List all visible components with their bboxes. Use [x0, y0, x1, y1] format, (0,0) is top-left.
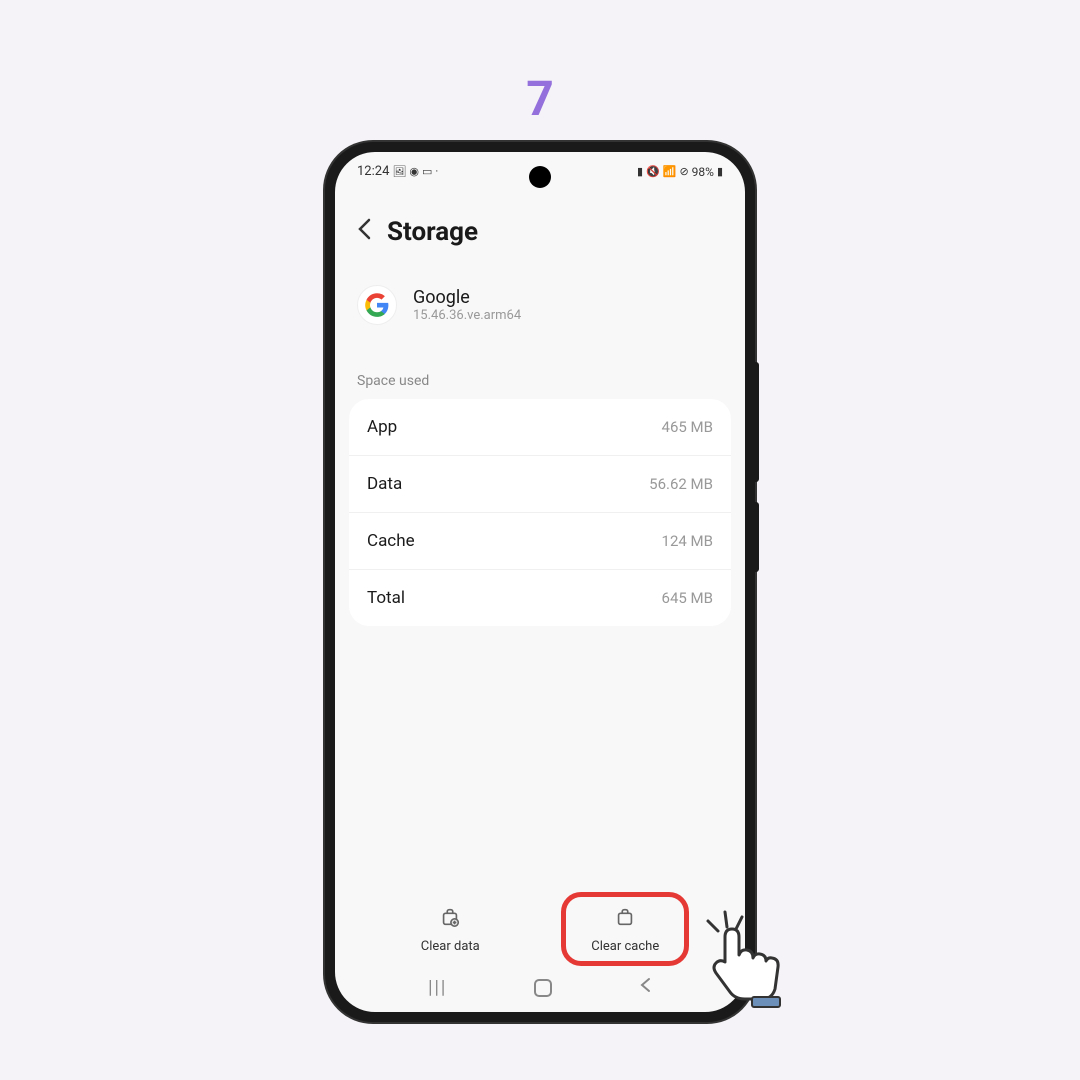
storage-value: 465 MB	[662, 418, 713, 436]
page-header: Storage	[335, 187, 745, 267]
app-version: 15.46.36.ve.arm64	[413, 308, 521, 323]
page-title: Storage	[387, 217, 478, 247]
section-label: Space used	[335, 343, 745, 399]
google-logo-icon	[357, 285, 397, 325]
back-button[interactable]	[357, 218, 371, 246]
battery-saver-icon: ▮	[637, 165, 643, 178]
message-icon: ▭	[422, 165, 432, 178]
phone-side-button	[755, 502, 759, 572]
nav-back-button[interactable]	[638, 977, 652, 998]
clear-data-button[interactable]: Clear data	[403, 898, 498, 962]
storage-value: 124 MB	[662, 532, 713, 550]
phone-frame: 12:24 🖼 ◉ ▭ · ▮ 🔇 📶 ⊘ 98% ▮ Stor	[325, 142, 755, 1022]
camera-notch	[529, 166, 551, 188]
storage-label: App	[367, 417, 397, 437]
bottom-actions: Clear data Clear cache	[335, 898, 745, 974]
wifi-icon: 📶	[663, 165, 677, 178]
storage-label: Cache	[367, 531, 415, 551]
status-right: ▮ 🔇 📶 ⊘ 98% ▮	[637, 165, 723, 179]
chevron-left-icon	[357, 218, 371, 240]
nav-bar: |||	[335, 969, 745, 1006]
storage-label: Total	[367, 588, 405, 608]
status-left: 12:24 🖼 ◉ ▭ ·	[357, 164, 438, 179]
no-signal-icon: ⊘	[679, 165, 688, 178]
storage-label: Data	[367, 474, 402, 494]
more-icon: ·	[435, 165, 438, 178]
sync-icon: ◉	[409, 165, 419, 178]
app-info: Google 15.46.36.ve.arm64	[335, 267, 745, 343]
step-number: 7	[526, 70, 554, 127]
mute-icon: 🔇	[646, 165, 660, 178]
app-details: Google 15.46.36.ve.arm64	[413, 287, 521, 323]
pointer-hand-annotation	[690, 907, 800, 1017]
storage-row-total: Total 645 MB	[349, 570, 731, 626]
storage-row-data: Data 56.62 MB	[349, 456, 731, 513]
action-label: Clear data	[421, 939, 480, 954]
gallery-icon: 🖼	[392, 165, 406, 178]
app-name: Google	[413, 287, 521, 308]
storage-list: App 465 MB Data 56.62 MB Cache 124 MB To…	[349, 399, 731, 626]
clear-cache-button[interactable]: Clear cache	[573, 898, 677, 962]
phone-screen: 12:24 🖼 ◉ ▭ · ▮ 🔇 📶 ⊘ 98% ▮ Stor	[335, 152, 745, 1012]
storage-value: 56.62 MB	[649, 475, 713, 493]
trash-data-icon	[439, 906, 461, 933]
recent-apps-button[interactable]: |||	[428, 977, 447, 998]
highlight-annotation	[561, 892, 689, 966]
storage-row-cache: Cache 124 MB	[349, 513, 731, 570]
status-time: 12:24	[357, 164, 389, 179]
phone-side-button	[755, 362, 759, 482]
battery-icon: ▮	[717, 165, 723, 178]
battery-percent: 98%	[692, 165, 714, 179]
storage-value: 645 MB	[662, 589, 713, 607]
storage-row-app: App 465 MB	[349, 399, 731, 456]
home-button[interactable]	[534, 979, 552, 997]
